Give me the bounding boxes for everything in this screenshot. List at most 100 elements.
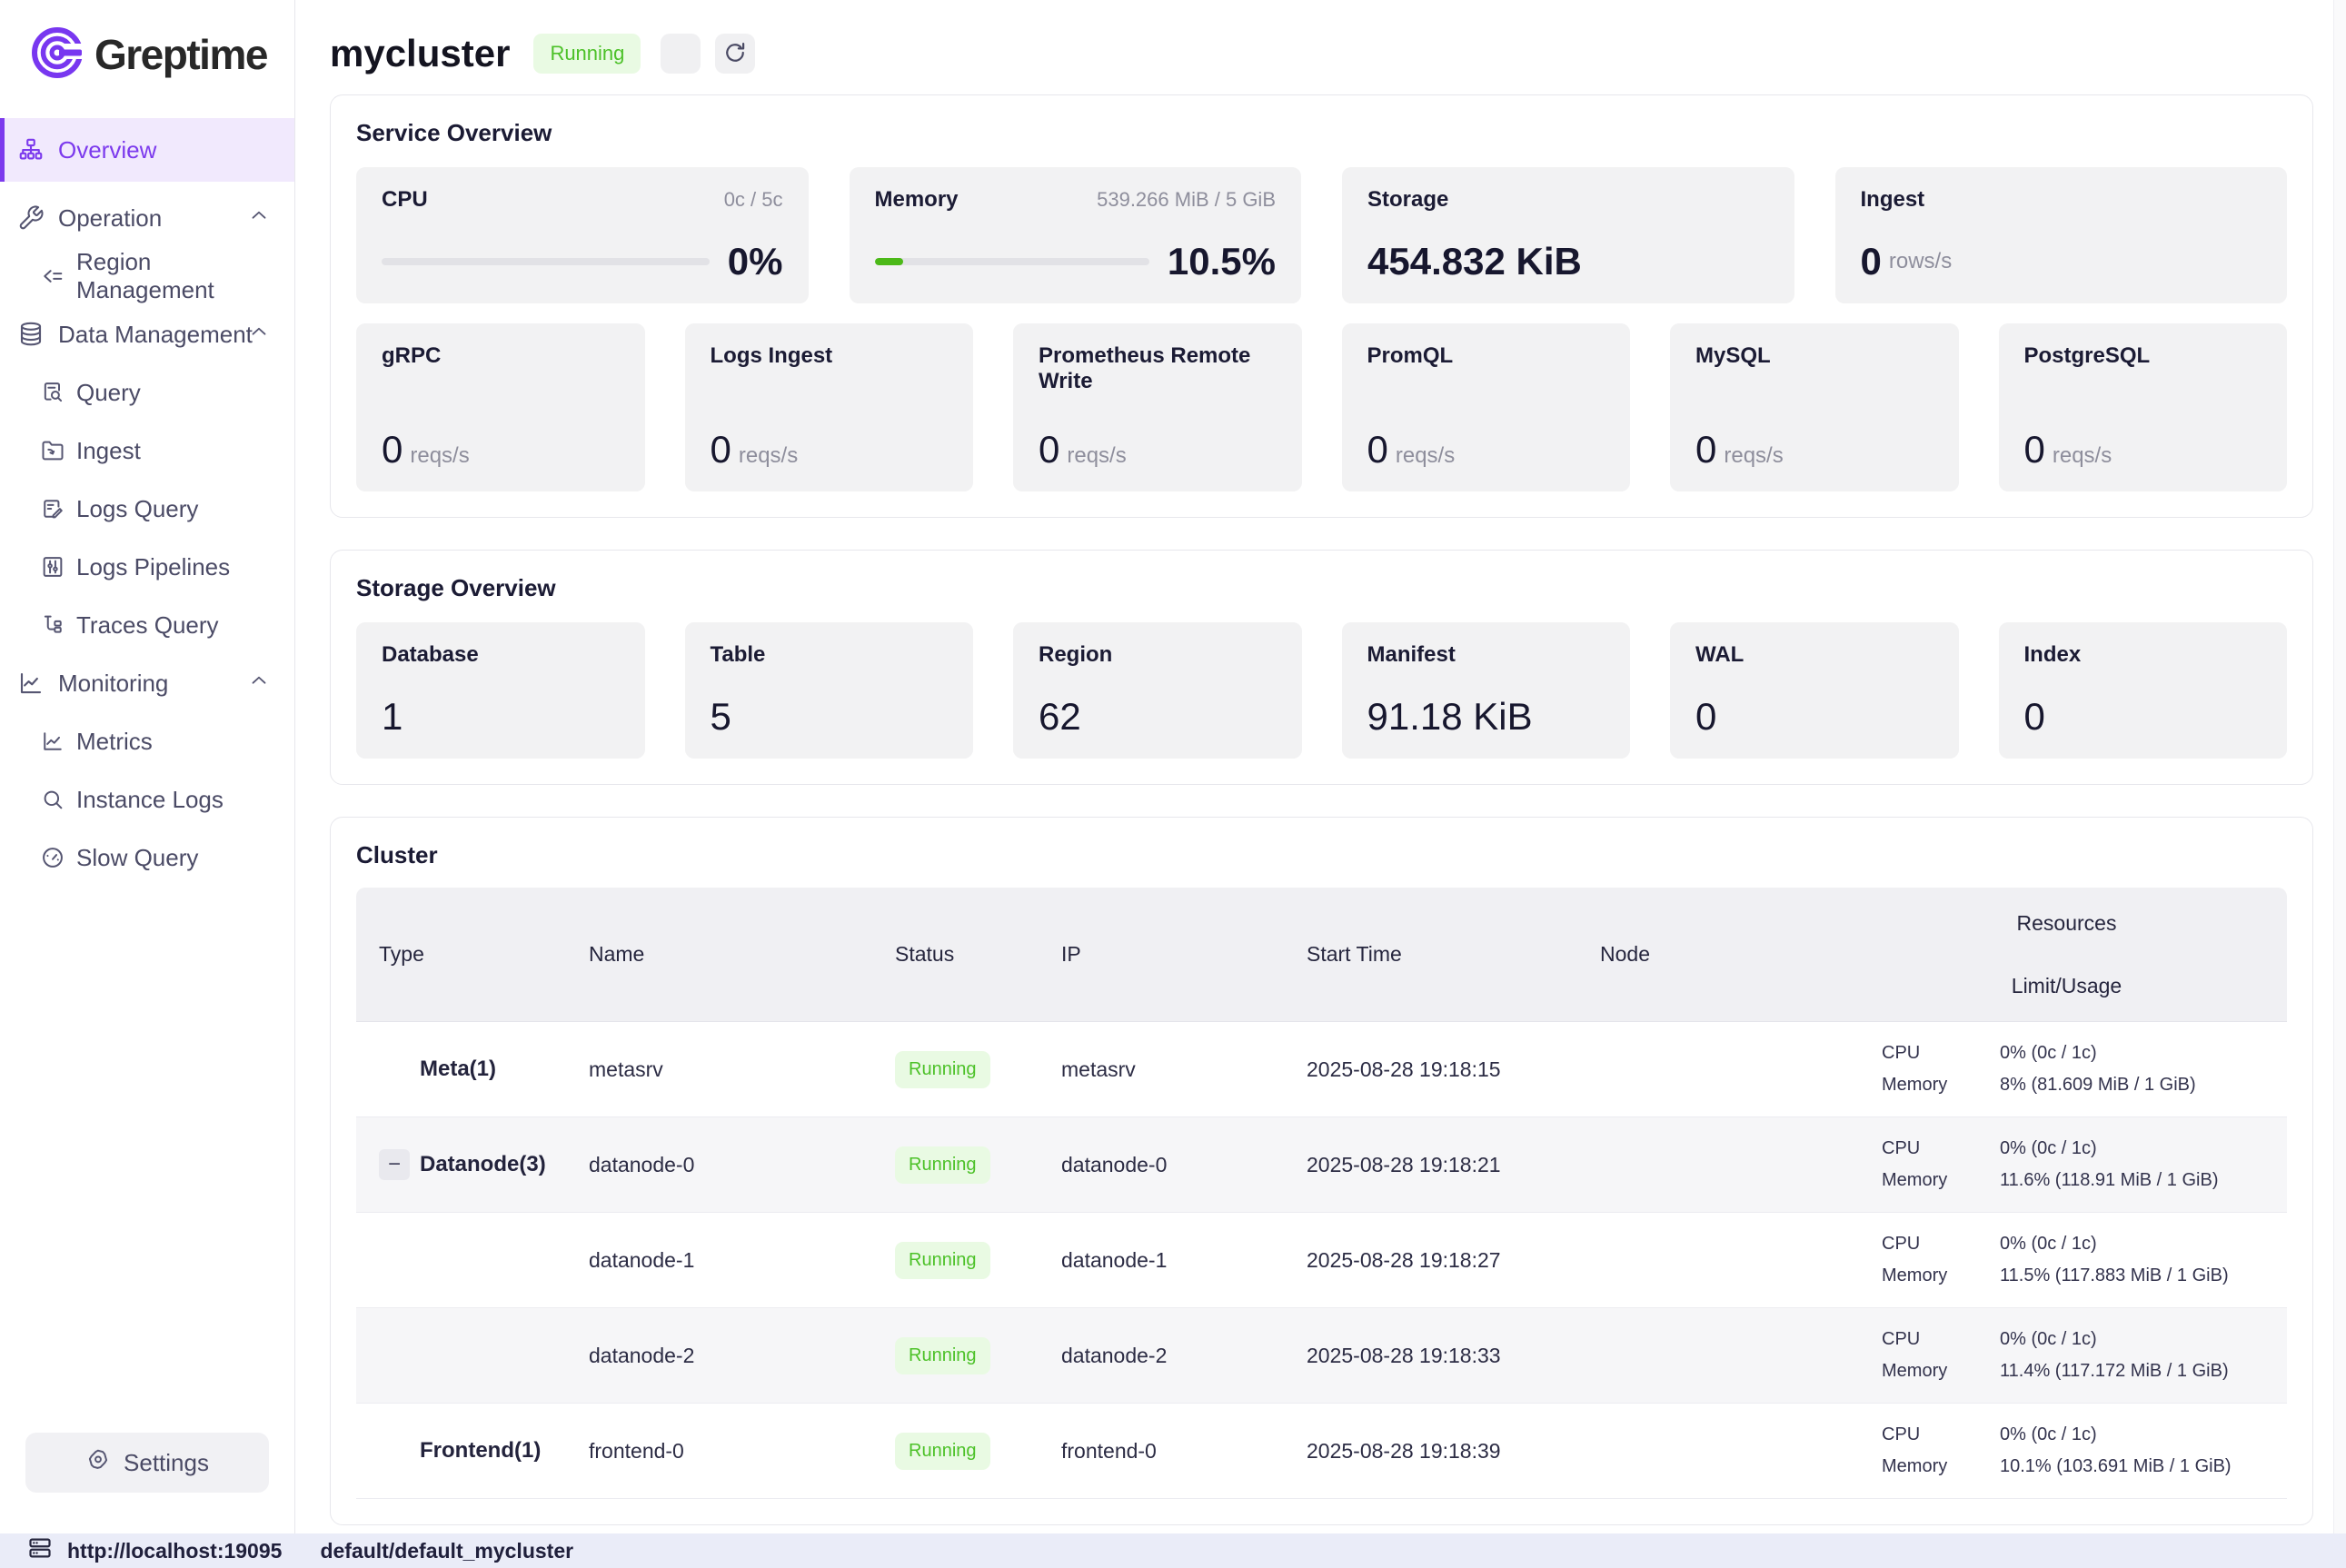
grpc-card: gRPC 0reqs/s xyxy=(356,323,645,491)
ingest-card: Ingest 0rows/s xyxy=(1835,167,2288,303)
gauge-icon xyxy=(40,845,65,870)
sidebar-item-logs-pipelines[interactable]: Logs Pipelines xyxy=(0,538,294,596)
sidebar-item-label: Overview xyxy=(58,136,156,164)
table-header: Type Name Status IP Start Time Node Reso… xyxy=(356,888,2287,1022)
folder-import-icon xyxy=(40,438,65,463)
settings-button[interactable]: Settings xyxy=(25,1433,269,1493)
card-label: PostgreSQL xyxy=(2024,343,2262,369)
memory-value: 10.5% xyxy=(1168,240,1276,283)
index-card: Index0 xyxy=(1999,622,2288,759)
cpu-progress-bar xyxy=(382,258,710,265)
table-row-datanode-1: datanode-1 Running datanode-1 2025-08-28… xyxy=(356,1213,2287,1308)
memory-usage: 11.4% (117.172 MiB / 1 GiB) xyxy=(2000,1361,2287,1382)
cpu-value: 0% xyxy=(728,240,783,283)
sidebar-item-label: Monitoring xyxy=(58,670,168,698)
server-url[interactable]: http://localhost:19095 xyxy=(67,1539,282,1563)
sidebar-item-traces-query[interactable]: Traces Query xyxy=(0,596,294,654)
memory-usage: 8% (81.609 MiB / 1 GiB) xyxy=(2000,1075,2287,1096)
sidebar-item-region-management[interactable]: Region Management xyxy=(0,247,294,305)
sidebar-item-label: Operation xyxy=(58,204,162,233)
node-name: datanode-2 xyxy=(565,1344,865,1368)
node-name: frontend-0 xyxy=(565,1439,865,1464)
memory-card: Memory539.266 MiB / 5 GiB 10.5% xyxy=(850,167,1302,303)
refresh-button[interactable] xyxy=(715,34,755,74)
cluster-panel: Cluster Type Name Status IP Start Time N… xyxy=(330,817,2313,1525)
vertical-scrollbar[interactable] xyxy=(2333,0,2346,1533)
document-edit-icon xyxy=(40,496,65,521)
prometheus-remote-write-card: Prometheus Remote Write 0reqs/s xyxy=(1013,323,1302,491)
main-content: mycluster Running Service Overview CPU0c… xyxy=(295,0,2346,1533)
section-title: Storage Overview xyxy=(356,574,2287,602)
table-row-metasrv: Meta(1) metasrv Running metasrv 2025-08-… xyxy=(356,1022,2287,1117)
storage-card: Storage 454.832 KiB xyxy=(1342,167,1794,303)
postgresql-card: PostgreSQL 0reqs/s xyxy=(1999,323,2288,491)
region-card: Region62 xyxy=(1013,622,1302,759)
card-label: Storage xyxy=(1367,187,1448,213)
card-label: PromQL xyxy=(1367,343,1605,369)
memory-usage: 11.6% (118.91 MiB / 1 GiB) xyxy=(2000,1170,2287,1191)
start-time: 2025-08-28 19:18:21 xyxy=(1283,1153,1574,1177)
node-type: Meta(1) xyxy=(356,1057,565,1082)
resources-cell: CPU0% (0c / 1c) Memory11.5% (117.883 MiB… xyxy=(1846,1234,2287,1286)
card-label: Ingest xyxy=(1861,187,1925,213)
collapse-button[interactable]: − xyxy=(379,1149,410,1180)
table-row-datanode-2: datanode-2 Running datanode-2 2025-08-28… xyxy=(356,1308,2287,1404)
index-value: 0 xyxy=(2024,695,2262,739)
status-badge: Running xyxy=(895,1337,990,1374)
sidebar-item-logs-query[interactable]: Logs Query xyxy=(0,480,294,538)
sidebar-item-ingest[interactable]: Ingest xyxy=(0,422,294,480)
rate-value: 0reqs/s xyxy=(1039,428,1277,471)
sidebar-item-query[interactable]: Query xyxy=(0,363,294,422)
node-type: Frontend(1) xyxy=(356,1438,565,1464)
current-database[interactable]: default/default_mycluster xyxy=(320,1539,573,1563)
cpu-card: CPU0c / 5c 0% xyxy=(356,167,809,303)
chevron-up-icon[interactable] xyxy=(247,320,271,350)
mysql-card: MySQL 0reqs/s xyxy=(1670,323,1959,491)
cpu-usage: 0% (0c / 1c) xyxy=(2000,1424,2287,1445)
sidebar-item-label: Traces Query xyxy=(76,611,219,640)
rate-value: 0reqs/s xyxy=(1695,428,1933,471)
sidebar-item-instance-logs[interactable]: Instance Logs xyxy=(0,770,294,829)
status-badge: Running xyxy=(895,1146,990,1184)
col-header-status: Status xyxy=(865,942,1038,967)
settings-label: Settings xyxy=(124,1449,209,1477)
sidebar-item-label: Data Management xyxy=(58,321,253,349)
sidebar-item-data-management[interactable]: Data Management xyxy=(0,305,294,363)
metrics-chart-icon xyxy=(40,729,65,754)
service-overview-panel: Service Overview CPU0c / 5c 0% Memory539… xyxy=(330,94,2313,518)
start-time: 2025-08-28 19:18:33 xyxy=(1283,1344,1574,1368)
gear-icon xyxy=(85,1447,111,1479)
memory-progress-bar xyxy=(875,258,1149,265)
col-header-start-time: Start Time xyxy=(1283,942,1574,967)
sidebar-item-overview[interactable]: Overview xyxy=(0,118,294,182)
node-ip: frontend-0 xyxy=(1038,1439,1283,1464)
node-ip: datanode-0 xyxy=(1038,1153,1283,1177)
card-label: Memory xyxy=(875,187,959,213)
sidebar-item-label: Ingest xyxy=(76,437,141,465)
rate-value: 0reqs/s xyxy=(2024,428,2262,471)
col-header-ip: IP xyxy=(1038,942,1283,967)
sidebar-item-metrics[interactable]: Metrics xyxy=(0,712,294,770)
sidebar-item-slow-query[interactable]: Slow Query xyxy=(0,829,294,887)
sidebar-item-operation[interactable]: Operation xyxy=(0,189,294,247)
search-icon xyxy=(40,787,65,812)
stat-card-row: CPU0c / 5c 0% Memory539.266 MiB / 5 GiB … xyxy=(356,167,2287,303)
pause-button[interactable] xyxy=(661,34,701,74)
status-badge: Running xyxy=(895,1433,990,1470)
node-type: −Datanode(3) xyxy=(356,1149,565,1180)
sitemap-icon xyxy=(16,135,45,164)
chevron-up-icon[interactable] xyxy=(247,203,271,233)
start-time: 2025-08-28 19:18:15 xyxy=(1283,1057,1574,1082)
app-window: Greptime Overview Operation Regi xyxy=(0,0,2346,1533)
sidebar-item-label: Slow Query xyxy=(76,844,198,872)
cpu-usage: 0% (0c / 1c) xyxy=(2000,1329,2287,1350)
rate-card-row: gRPC 0reqs/s Logs Ingest 0reqs/s Prometh… xyxy=(356,323,2287,491)
sidebar-item-monitoring[interactable]: Monitoring xyxy=(0,654,294,712)
cpu-usage: 0% (0c / 1c) xyxy=(2000,1234,2287,1255)
sliders-icon xyxy=(40,554,65,580)
resources-cell: CPU0% (0c / 1c) Memory11.4% (117.172 MiB… xyxy=(1846,1329,2287,1382)
greptime-logo-icon xyxy=(31,26,84,84)
page-header: mycluster Running xyxy=(330,25,2313,82)
database-value: 1 xyxy=(382,695,620,739)
chevron-up-icon[interactable] xyxy=(247,669,271,699)
